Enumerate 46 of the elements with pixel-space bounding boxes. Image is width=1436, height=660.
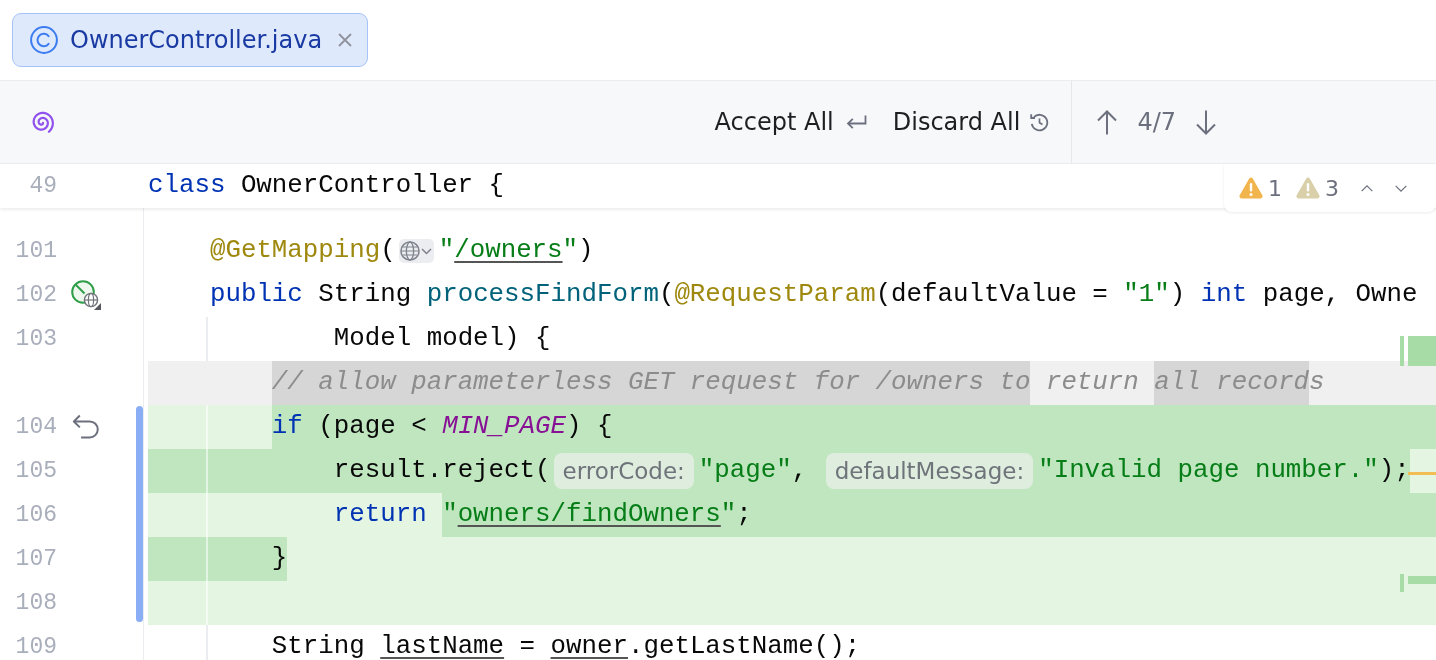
discard-all-button[interactable]: Discard All bbox=[892, 108, 1050, 136]
return-key-icon bbox=[845, 114, 867, 130]
change-marker-icon bbox=[1400, 336, 1436, 366]
code-text: "Invalid page number."); bbox=[1038, 449, 1410, 493]
line-number: 107 bbox=[14, 545, 57, 574]
line-number: 103 bbox=[14, 325, 57, 354]
warnings-button[interactable]: 1 bbox=[1239, 175, 1282, 201]
line-number: 101 bbox=[14, 237, 57, 266]
code-text: result.reject( bbox=[333, 449, 551, 493]
file-tab[interactable]: OwnerController.java bbox=[12, 13, 369, 67]
arrow-down-icon[interactable] bbox=[1196, 109, 1216, 135]
arrow-up-icon[interactable] bbox=[1097, 109, 1118, 135]
line-number: 106 bbox=[14, 501, 57, 530]
change-counter: 4/7 bbox=[1137, 108, 1176, 136]
chevron-down-icon bbox=[420, 247, 432, 255]
line-number: 109 bbox=[14, 633, 57, 660]
code-text: "/owners") bbox=[438, 235, 594, 267]
line-number: 108 bbox=[14, 589, 57, 618]
code-text: @GetMapping( bbox=[209, 235, 396, 267]
code-line: if (page < MIN_PAGE) { bbox=[271, 405, 613, 449]
code-text: "page", bbox=[698, 449, 823, 493]
undo-arrow-icon[interactable] bbox=[72, 414, 100, 440]
line-number: 49 bbox=[28, 172, 57, 201]
slashed-circle-globe-icon[interactable] bbox=[71, 280, 101, 310]
line-number: 104 bbox=[14, 413, 57, 442]
line-number: 102 bbox=[14, 281, 57, 310]
circled-c-icon bbox=[30, 26, 58, 54]
warning-icon bbox=[1239, 177, 1263, 199]
accept-all-button[interactable]: Accept All bbox=[714, 108, 867, 136]
change-marker-icon bbox=[1400, 574, 1436, 592]
warning-marker-icon bbox=[1408, 472, 1436, 475]
warning-icon bbox=[1296, 177, 1320, 199]
parameter-hint: defaultMessage: bbox=[825, 453, 1034, 489]
close-icon[interactable] bbox=[338, 33, 353, 47]
weak-warnings-button[interactable]: 3 bbox=[1296, 175, 1339, 201]
code-line: // allow parameterless GET request for /owners to return all records bbox=[271, 361, 1325, 405]
code-line: String lastName = owner.getLastName(); bbox=[271, 631, 861, 660]
chevron-up-icon[interactable] bbox=[1361, 182, 1373, 194]
code-line: public String processFindForm(@RequestParam(defaultValue = "1") int page, Owne bbox=[209, 279, 1418, 311]
globe-inlay-button[interactable] bbox=[398, 239, 434, 263]
line-number: 105 bbox=[14, 457, 57, 486]
circular-arrow-icon bbox=[1030, 112, 1050, 132]
parameter-hint: errorCode: bbox=[553, 453, 694, 489]
globe-icon bbox=[399, 241, 420, 261]
code-line: Model model) { bbox=[333, 323, 551, 355]
code-line: class OwnerController { bbox=[148, 170, 505, 202]
